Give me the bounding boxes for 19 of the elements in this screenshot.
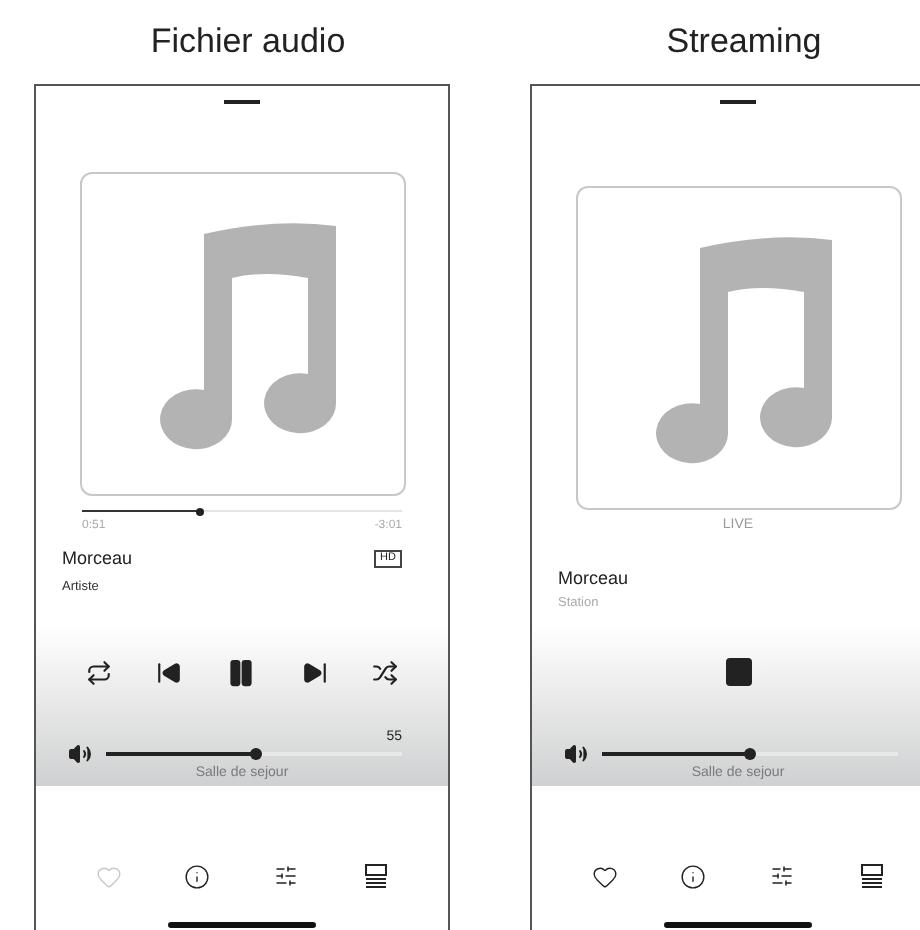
heart-icon[interactable]	[591, 864, 618, 890]
volume-icon[interactable]	[68, 742, 92, 766]
shuffle-icon[interactable]	[371, 659, 398, 685]
volume-icon[interactable]	[564, 742, 588, 766]
queue-icon[interactable]	[859, 864, 884, 890]
info-icon[interactable]	[184, 864, 211, 890]
track-title: Morceau	[62, 546, 133, 570]
panel-title: Fichier audio	[150, 20, 346, 65]
skip-forward-icon[interactable]	[301, 659, 328, 685]
panel-title: Streaming	[666, 20, 822, 65]
stop-button[interactable]	[725, 658, 751, 686]
track-title: Morceau	[558, 566, 629, 590]
repeat-icon[interactable]	[86, 659, 113, 685]
info-icon[interactable]	[680, 864, 707, 890]
equalizer-icon[interactable]	[770, 864, 795, 888]
equalizer-icon[interactable]	[274, 864, 299, 888]
queue-icon[interactable]	[363, 864, 388, 890]
skip-back-icon[interactable]	[156, 659, 183, 685]
pause-icon[interactable]	[226, 657, 257, 687]
